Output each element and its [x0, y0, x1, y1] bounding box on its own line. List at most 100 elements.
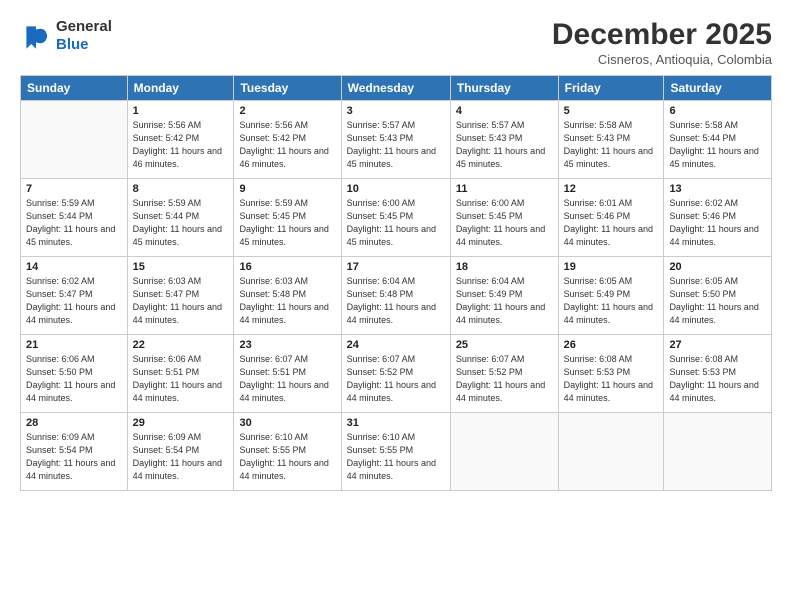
day-info: Sunrise: 6:02 AM Sunset: 5:46 PM Dayligh… — [669, 197, 766, 249]
day-cell: 3 Sunrise: 5:57 AM Sunset: 5:43 PM Daylig… — [341, 101, 450, 179]
day-number: 2 — [239, 105, 335, 117]
day-cell: 8 Sunrise: 5:59 AM Sunset: 5:44 PM Daylig… — [127, 179, 234, 257]
day-info: Sunrise: 6:07 AM Sunset: 5:51 PM Dayligh… — [239, 353, 335, 405]
day-cell — [664, 413, 772, 491]
day-info: Sunrise: 6:04 AM Sunset: 5:48 PM Dayligh… — [347, 275, 445, 327]
week-row-2: 7 Sunrise: 5:59 AM Sunset: 5:44 PM Daylig… — [21, 179, 772, 257]
day-number: 6 — [669, 105, 766, 117]
day-number: 31 — [347, 417, 445, 429]
day-number: 13 — [669, 183, 766, 195]
day-cell: 23 Sunrise: 6:07 AM Sunset: 5:51 PM Dayli… — [234, 335, 341, 413]
logo-line1: General — [56, 18, 112, 35]
day-info: Sunrise: 6:09 AM Sunset: 5:54 PM Dayligh… — [26, 431, 122, 483]
day-cell: 4Sunrise: 5:57 AM Sunset: 5:43 PM Daylig… — [450, 101, 558, 179]
day-number: 14 — [26, 261, 122, 273]
day-info: Sunrise: 6:00 AM Sunset: 5:45 PM Dayligh… — [347, 197, 445, 249]
day-info: Sunrise: 6:08 AM Sunset: 5:53 PM Dayligh… — [564, 353, 659, 405]
day-cell: 18 Sunrise: 6:04 AM Sunset: 5:49 PM Dayli… — [450, 257, 558, 335]
day-number: 29 — [133, 417, 229, 429]
day-number: 22 — [133, 339, 229, 351]
day-number: 3 — [347, 105, 445, 117]
day-number: 25 — [456, 339, 553, 351]
day-info: Sunrise: 6:03 AM Sunset: 5:47 PM Dayligh… — [133, 275, 229, 327]
day-number: 17 — [347, 261, 445, 273]
day-cell: 30Sunrise: 6:10 AM Sunset: 5:55 PM Dayli… — [234, 413, 341, 491]
col-header-thursday: Thursday — [450, 76, 558, 101]
day-number: 12 — [564, 183, 659, 195]
day-info: Sunrise: 5:59 AM Sunset: 5:44 PM Dayligh… — [133, 197, 229, 249]
subtitle: Cisneros, Antioquia, Colombia — [552, 52, 772, 67]
day-cell: 13 Sunrise: 6:02 AM Sunset: 5:46 PM Dayli… — [664, 179, 772, 257]
day-info: Sunrise: 6:06 AM Sunset: 5:51 PM Dayligh… — [133, 353, 229, 405]
day-info: Sunrise: 5:59 AM Sunset: 5:45 PM Dayligh… — [239, 197, 335, 249]
day-number: 16 — [239, 261, 335, 273]
day-number: 15 — [133, 261, 229, 273]
day-info: Sunrise: 5:57 AM Sunset: 5:43 PM Dayligh… — [347, 119, 445, 171]
day-number: 7 — [26, 183, 122, 195]
day-cell: 22 Sunrise: 6:06 AM Sunset: 5:51 PM Dayli… — [127, 335, 234, 413]
day-info: Sunrise: 5:56 AM Sunset: 5:42 PM Dayligh… — [133, 119, 229, 171]
calendar: SundayMondayTuesdayWednesdayThursdayFrid… — [20, 75, 772, 491]
day-cell: 12 Sunrise: 6:01 AM Sunset: 5:46 PM Dayli… — [558, 179, 664, 257]
day-number: 30 — [239, 417, 335, 429]
day-number: 10 — [347, 183, 445, 195]
day-number: 4 — [456, 105, 553, 117]
day-info: Sunrise: 6:07 AM Sunset: 5:52 PM Dayligh… — [456, 353, 553, 405]
col-header-tuesday: Tuesday — [234, 76, 341, 101]
day-cell: 27 Sunrise: 6:08 AM Sunset: 5:53 PM Dayli… — [664, 335, 772, 413]
day-info: Sunrise: 6:10 AM Sunset: 5:55 PM Dayligh… — [347, 431, 445, 483]
day-cell: 1Sunrise: 5:56 AM Sunset: 5:42 PM Daylig… — [127, 101, 234, 179]
day-cell: 21 Sunrise: 6:06 AM Sunset: 5:50 PM Dayli… — [21, 335, 128, 413]
day-number: 24 — [347, 339, 445, 351]
logo: General Blue — [20, 18, 112, 54]
col-header-saturday: Saturday — [664, 76, 772, 101]
day-number: 9 — [239, 183, 335, 195]
col-header-monday: Monday — [127, 76, 234, 101]
col-header-sunday: Sunday — [21, 76, 128, 101]
day-info: Sunrise: 6:01 AM Sunset: 5:46 PM Dayligh… — [564, 197, 659, 249]
day-number: 23 — [239, 339, 335, 351]
week-row-3: 14Sunrise: 6:02 AM Sunset: 5:47 PM Dayli… — [21, 257, 772, 335]
day-info: Sunrise: 6:08 AM Sunset: 5:53 PM Dayligh… — [669, 353, 766, 405]
day-number: 18 — [456, 261, 553, 273]
day-info: Sunrise: 6:04 AM Sunset: 5:49 PM Dayligh… — [456, 275, 553, 327]
calendar-header-row: SundayMondayTuesdayWednesdayThursdayFrid… — [21, 76, 772, 101]
day-number: 27 — [669, 339, 766, 351]
day-number: 11 — [456, 183, 553, 195]
day-cell: 11 Sunrise: 6:00 AM Sunset: 5:45 PM Dayli… — [450, 179, 558, 257]
logo-line2: Blue — [56, 36, 112, 54]
day-cell: 26 Sunrise: 6:08 AM Sunset: 5:53 PM Dayli… — [558, 335, 664, 413]
day-cell: 7 Sunrise: 5:59 AM Sunset: 5:44 PM Daylig… — [21, 179, 128, 257]
day-info: Sunrise: 6:03 AM Sunset: 5:48 PM Dayligh… — [239, 275, 335, 327]
day-cell: 15 Sunrise: 6:03 AM Sunset: 5:47 PM Dayli… — [127, 257, 234, 335]
day-number: 8 — [133, 183, 229, 195]
day-info: Sunrise: 6:05 AM Sunset: 5:49 PM Dayligh… — [564, 275, 659, 327]
day-number: 26 — [564, 339, 659, 351]
day-info: Sunrise: 5:58 AM Sunset: 5:43 PM Dayligh… — [564, 119, 659, 171]
day-info: Sunrise: 5:58 AM Sunset: 5:44 PM Dayligh… — [669, 119, 766, 171]
day-number: 20 — [669, 261, 766, 273]
day-cell: 6 Sunrise: 5:58 AM Sunset: 5:44 PM Daylig… — [664, 101, 772, 179]
day-number: 28 — [26, 417, 122, 429]
day-cell: 17 Sunrise: 6:04 AM Sunset: 5:48 PM Dayli… — [341, 257, 450, 335]
day-cell — [21, 101, 128, 179]
day-number: 5 — [564, 105, 659, 117]
day-info: Sunrise: 6:00 AM Sunset: 5:45 PM Dayligh… — [456, 197, 553, 249]
day-cell: 19Sunrise: 6:05 AM Sunset: 5:49 PM Dayli… — [558, 257, 664, 335]
day-cell: 10 Sunrise: 6:00 AM Sunset: 5:45 PM Dayli… — [341, 179, 450, 257]
day-cell: 25 Sunrise: 6:07 AM Sunset: 5:52 PM Dayli… — [450, 335, 558, 413]
logo-icon — [20, 20, 52, 52]
main-title: December 2025 — [552, 18, 772, 52]
day-cell: 16 Sunrise: 6:03 AM Sunset: 5:48 PM Dayli… — [234, 257, 341, 335]
page: General Blue December 2025 Cisneros, Ant… — [0, 0, 792, 612]
day-number: 21 — [26, 339, 122, 351]
day-cell: 9 Sunrise: 5:59 AM Sunset: 5:45 PM Daylig… — [234, 179, 341, 257]
day-cell: 24Sunrise: 6:07 AM Sunset: 5:52 PM Dayli… — [341, 335, 450, 413]
week-row-1: 1Sunrise: 5:56 AM Sunset: 5:42 PM Daylig… — [21, 101, 772, 179]
day-info: Sunrise: 5:59 AM Sunset: 5:44 PM Dayligh… — [26, 197, 122, 249]
day-cell — [558, 413, 664, 491]
header: General Blue December 2025 Cisneros, Ant… — [20, 18, 772, 67]
col-header-friday: Friday — [558, 76, 664, 101]
logo-text: General Blue — [56, 18, 112, 54]
day-info: Sunrise: 6:06 AM Sunset: 5:50 PM Dayligh… — [26, 353, 122, 405]
